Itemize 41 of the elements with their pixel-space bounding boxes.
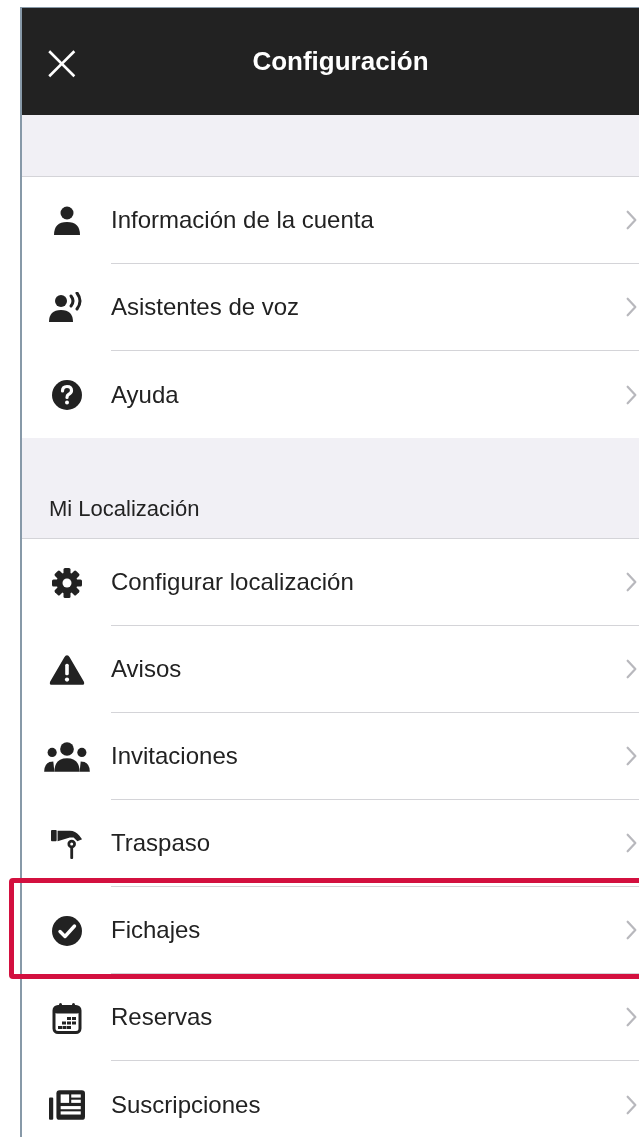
chevron-icon — [626, 210, 637, 230]
item-label: Traspaso — [111, 829, 211, 857]
item-label: Asistentes de voz — [111, 293, 300, 321]
section-title: Mi Localización — [48, 496, 200, 523]
newspaper-icon — [48, 1088, 85, 1121]
hand-with-key-icon — [50, 827, 83, 860]
item-label: Reservas — [111, 1003, 213, 1031]
item-label: Fichajes — [111, 916, 201, 944]
chevron-icon — [626, 297, 637, 317]
chevron-icon — [626, 1007, 637, 1027]
screen-title: Configuración — [251, 46, 430, 77]
item-label: Suscripciones — [111, 1090, 261, 1119]
help-icon — [50, 378, 83, 411]
settings-icon — [50, 566, 83, 599]
item-label: Información de la cuenta — [111, 206, 374, 234]
close-button[interactable]: × — [40, 35, 108, 88]
settings-item[interactable]: Configurar localización — [22, 539, 639, 626]
chevron-icon — [626, 572, 637, 592]
chevron-icon — [626, 746, 637, 766]
chevron-icon — [626, 384, 637, 405]
chevron-icon — [626, 659, 637, 679]
group-icon — [43, 740, 90, 773]
settings-item[interactable]: Información de la cuenta — [22, 177, 639, 264]
warning-icon — [48, 653, 85, 686]
settings-item[interactable]: Reservas — [22, 974, 639, 1061]
item-label: Configurar localización — [111, 568, 354, 596]
chevron-icon — [626, 833, 637, 853]
item-label: Ayuda — [111, 380, 179, 409]
settings-item[interactable]: Invitaciones — [22, 713, 639, 800]
settings-item[interactable]: Suscripciones — [22, 1061, 639, 1137]
calendar-icon — [51, 1001, 82, 1034]
check-circle-icon — [50, 914, 83, 947]
settings-item[interactable]: Ayuda — [22, 351, 639, 438]
chevron-icon — [626, 1094, 637, 1115]
item-label: Avisos — [111, 655, 182, 683]
settings-item[interactable]: Asistentes de voz — [22, 264, 639, 351]
chevron-icon — [626, 920, 637, 940]
settings-item[interactable]: Fichajes — [22, 887, 639, 974]
item-label: Invitaciones — [111, 742, 238, 770]
settings-item[interactable]: Traspaso — [22, 800, 639, 887]
settings-item[interactable]: Avisos — [22, 626, 639, 713]
